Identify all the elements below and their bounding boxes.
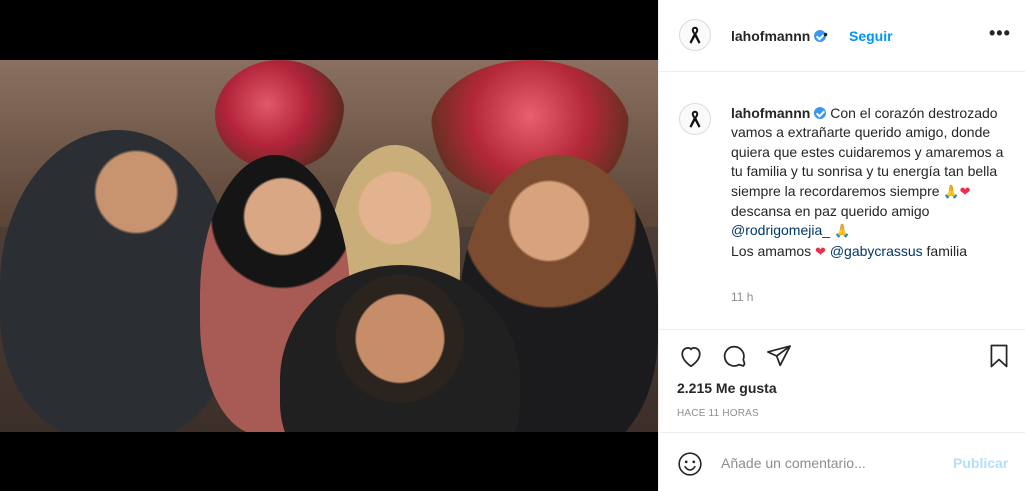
heart-outline-icon — [681, 346, 701, 368]
caption-username[interactable]: lahofmannn — [731, 105, 810, 121]
heart-emoji-icon: ❤ — [959, 184, 971, 200]
post-timestamp[interactable]: HACE 11 HORAS — [677, 408, 759, 419]
paper-plane-icon — [767, 345, 791, 367]
caption-text: lahofmannn Con el corazón destrozado vam… — [731, 104, 1011, 262]
smiley-face-icon — [678, 452, 702, 476]
post-caption: lahofmannn Con el corazón destrozado vam… — [659, 72, 1025, 330]
save-button[interactable] — [985, 342, 1013, 370]
comment-form: Añade un comentario... Publicar — [659, 432, 1025, 491]
username-text[interactable]: lahofmannn — [731, 28, 810, 44]
mourning-ribbon-icon — [689, 110, 701, 128]
heart-emoji-icon: ❤ — [815, 244, 826, 260]
like-button[interactable] — [677, 342, 705, 370]
follow-button[interactable]: Seguir — [849, 28, 893, 44]
publish-button[interactable]: Publicar — [953, 455, 1008, 471]
caption-body-4: familia — [922, 242, 968, 259]
avatar[interactable] — [679, 19, 711, 51]
post-side-panel: lahofmannn • Seguir ••• lahofmannn Con e… — [658, 0, 1025, 491]
bookmark-icon — [990, 344, 1008, 368]
caption-body-3: Los amamos — [731, 242, 816, 259]
caption-timestamp[interactable]: 11 h — [731, 290, 753, 304]
post-actions-bar — [659, 330, 1025, 382]
mention-link[interactable]: @rodrigomejia_ — [731, 222, 830, 238]
post-media — [0, 0, 658, 491]
emoji-picker-button[interactable] — [677, 451, 703, 477]
likes-count[interactable]: 2.215 Me gusta — [677, 380, 777, 396]
caption-body-2: descansa en paz querido amigo — [731, 203, 930, 220]
more-options-icon[interactable]: ••• — [989, 24, 1011, 42]
photo-flowers-left — [215, 60, 345, 170]
verified-badge-icon — [814, 107, 827, 119]
comment-bubble-icon — [723, 345, 746, 367]
avatar[interactable] — [679, 103, 711, 135]
comment-input[interactable]: Añade un comentario... — [721, 455, 866, 471]
share-button[interactable] — [765, 342, 793, 370]
header-username[interactable]: lahofmannn — [731, 28, 827, 44]
pray-emoji-icon: 🙏 — [943, 184, 960, 200]
comment-button[interactable] — [721, 342, 749, 370]
post-photo[interactable] — [0, 60, 658, 432]
separator-dot: • — [823, 26, 828, 42]
mourning-ribbon-icon — [689, 26, 701, 44]
pray-emoji-icon: 🙏 — [833, 224, 851, 240]
mention-link[interactable]: @gabycrassus — [830, 243, 923, 259]
post-header: lahofmannn • Seguir ••• — [659, 0, 1025, 72]
